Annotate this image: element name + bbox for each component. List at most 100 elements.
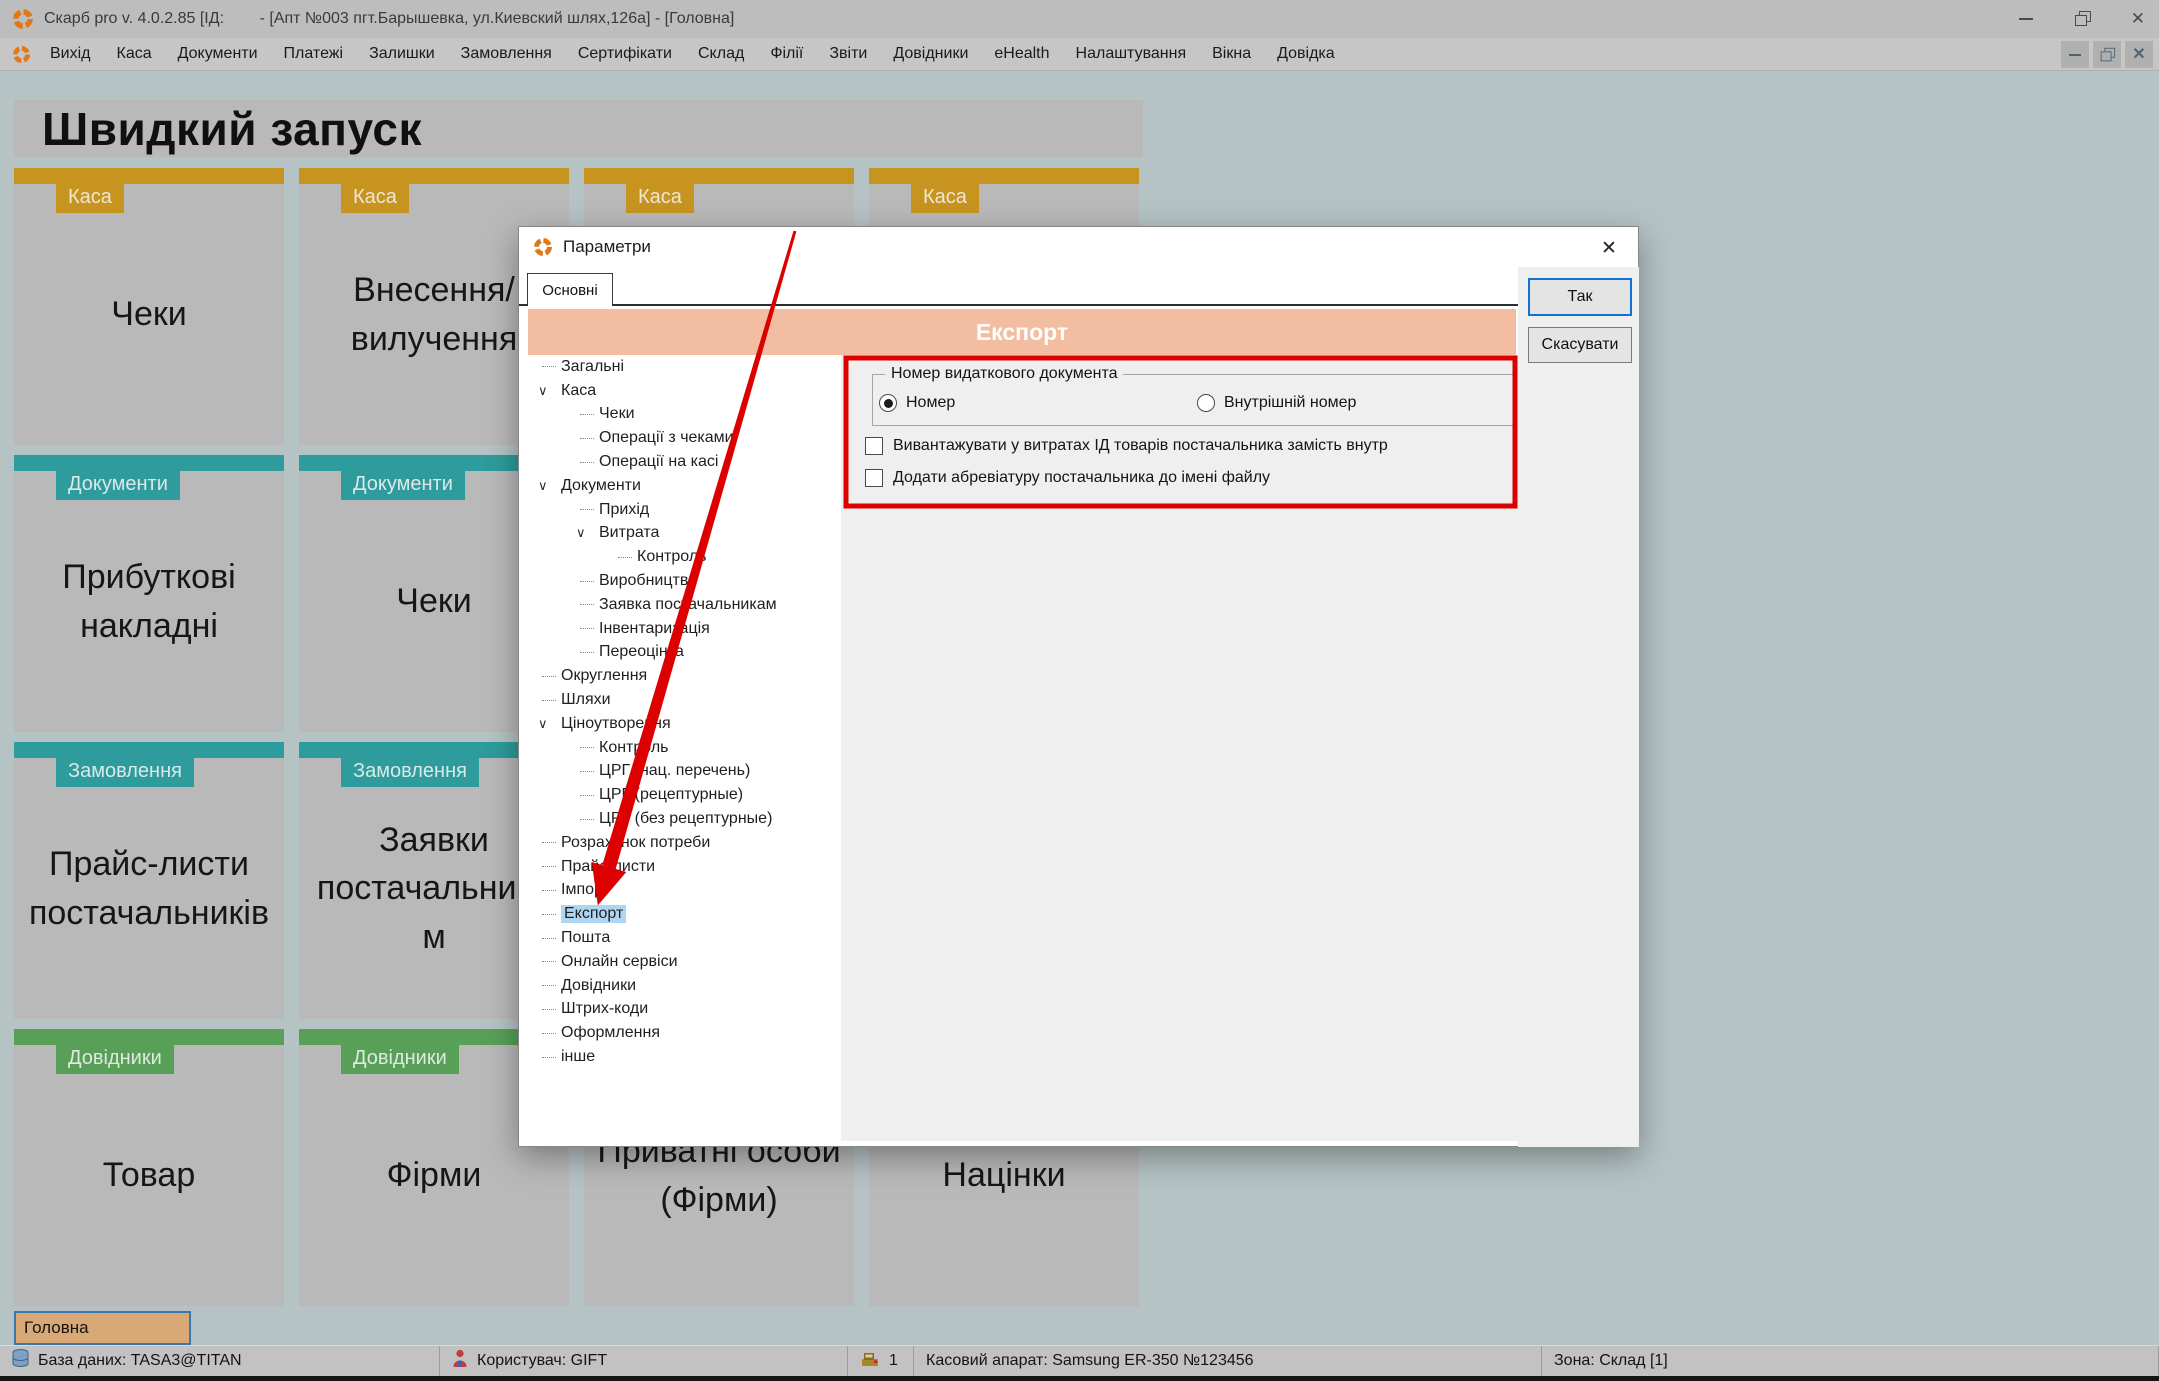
checkbox-icon[interactable] [865, 437, 883, 455]
tile-label: Чеки [22, 184, 276, 445]
tree-item-Експорт[interactable]: Експорт [528, 902, 841, 926]
menu-item[interactable]: Залишки [356, 38, 448, 70]
status-zone: Зона: Склад [1] [1542, 1346, 2159, 1376]
tree-connector [580, 509, 594, 510]
chevron-down-icon[interactable]: ∨ [538, 716, 557, 732]
tree-item-Документи[interactable]: ∨Документи [528, 474, 841, 498]
tree-item-Витрата[interactable]: ∨Витрата [528, 522, 841, 546]
dialog-button-column [1518, 267, 1639, 1147]
tree-item-ЦРГ (рецептурные)[interactable]: ЦРГ (рецептурные) [528, 783, 841, 807]
menu-item[interactable]: Довідка [1264, 38, 1348, 70]
radio-unselected-icon[interactable] [1197, 394, 1215, 412]
tree-item-Пошта[interactable]: Пошта [528, 926, 841, 950]
checkbox-icon[interactable] [865, 469, 883, 487]
tree-item-Імпорт[interactable]: Імпорт [528, 879, 841, 903]
menu-item[interactable]: Налаштування [1063, 38, 1200, 70]
tree-item-Округлення[interactable]: Округлення [528, 664, 841, 688]
tree-item-label: Шляхи [561, 691, 611, 709]
tree-item-Контроль[interactable]: Контроль [528, 545, 841, 569]
mdi-restore-icon[interactable] [2093, 41, 2121, 68]
tree-item-Переоцінка[interactable]: Переоцінка [528, 641, 841, 665]
tree-item-ЦРГ (без рецептурные)[interactable]: ЦРГ (без рецептурные) [528, 807, 841, 831]
mdi-close-icon[interactable]: ✕ [2125, 41, 2153, 68]
tree-item-Довідники[interactable]: Довідники [528, 974, 841, 998]
tree-connector [542, 866, 556, 867]
parameters-dialog: Параметри ✕ Основні Так Скасувати Експор… [518, 226, 1639, 1147]
radio-label: Номер [906, 394, 955, 412]
tile-category-strip [584, 168, 854, 184]
radio-selected-icon[interactable] [879, 394, 897, 412]
chevron-down-icon[interactable]: ∨ [538, 478, 557, 494]
tree-item-Штрих-коди[interactable]: Штрих-коди [528, 998, 841, 1022]
cancel-button[interactable]: Скасувати [1528, 327, 1632, 363]
ok-button[interactable]: Так [1528, 278, 1632, 316]
tab-home[interactable]: Головна [14, 1311, 191, 1345]
menu-item[interactable]: Вихід [37, 38, 104, 70]
settings-tree: Загальні∨КасаЧекиОперації з чекамиОперац… [528, 355, 841, 1141]
quick-launch-tile[interactable]: КасаЧеки [14, 168, 284, 445]
tree-item-label: Штрих-коди [561, 1000, 648, 1018]
tab-osnovni[interactable]: Основні [527, 273, 613, 306]
quick-launch-tile[interactable]: ЗамовленняПрайс-листи постачальників [14, 742, 284, 1019]
tree-connector [580, 462, 594, 463]
menu-item[interactable]: Замовлення [448, 38, 565, 70]
menu-bar-items: ВихідКасаДокументиПлатежіЗалишкиЗамовлен… [37, 38, 1348, 70]
tree-item-ЦРГ (нац. перечень)[interactable]: ЦРГ (нац. перечень) [528, 760, 841, 784]
tree-item-label: Онлайн сервіси [561, 953, 678, 971]
menu-item[interactable]: Сертифікати [565, 38, 685, 70]
minimize-icon[interactable] [2019, 18, 2033, 20]
tree-item-Оформлення[interactable]: Оформлення [528, 1021, 841, 1045]
chevron-down-icon[interactable]: ∨ [538, 383, 557, 399]
restore-icon[interactable] [2075, 13, 2089, 25]
tree-item-Загальні[interactable]: Загальні [528, 355, 841, 379]
tree-item-Прайс-листи[interactable]: Прайс-листи [528, 855, 841, 879]
tree-item-Інвентаризація[interactable]: Інвентаризація [528, 617, 841, 641]
tree-item-Контроль[interactable]: Контроль [528, 736, 841, 760]
tree-item-Прихід[interactable]: Прихід [528, 498, 841, 522]
checkbox-supplier-abbreviation[interactable]: Додати абревіатуру постачальника до імен… [865, 469, 1270, 487]
quick-launch-tile[interactable]: ДовідникиТовар [14, 1029, 284, 1306]
menu-item[interactable]: Довідники [880, 38, 981, 70]
menu-item[interactable]: Каса [104, 38, 165, 70]
tree-item-Чеки[interactable]: Чеки [528, 403, 841, 427]
tree-item-Виробництво[interactable]: Виробництво [528, 569, 841, 593]
checkbox-label: Вивантажувати у витратах ІД товарів пост… [893, 437, 1388, 455]
tile-category-strip [14, 742, 284, 758]
tile-category-strip [14, 168, 284, 184]
menu-item[interactable]: Платежі [271, 38, 357, 70]
dialog-close-icon[interactable]: ✕ [1596, 235, 1622, 261]
screen-edge [0, 1376, 2159, 1381]
chevron-down-icon[interactable]: ∨ [576, 525, 595, 541]
menu-item[interactable]: Документи [165, 38, 271, 70]
tree-item-інше[interactable]: інше [528, 1045, 841, 1069]
radio-internal-number[interactable]: Внутрішній номер [1197, 394, 1356, 412]
menu-item[interactable]: eHealth [981, 38, 1062, 70]
menu-item[interactable]: Філії [757, 38, 816, 70]
tree-item-label: Прихід [599, 501, 649, 519]
radio-number[interactable]: Номер [879, 394, 955, 412]
mdi-minimize-icon[interactable] [2061, 41, 2089, 68]
tree-item-label: Інвентаризація [599, 620, 710, 638]
tile-category-strip [14, 1029, 284, 1045]
tree-item-Каса[interactable]: ∨Каса [528, 379, 841, 403]
page-title: Швидкий запуск [14, 100, 1143, 157]
tree-item-Заявка постачальникам[interactable]: Заявка постачальникам [528, 593, 841, 617]
checkbox-export-supplier-ids[interactable]: Вивантажувати у витратах ІД товарів пост… [865, 437, 1388, 455]
dialog-titlebar[interactable]: Параметри ✕ [519, 227, 1638, 267]
dialog-logo-icon [533, 237, 553, 257]
tree-item-Операції на касі[interactable]: Операції на касі [528, 450, 841, 474]
menu-item[interactable]: Вікна [1199, 38, 1264, 70]
close-icon[interactable]: ✕ [2131, 10, 2145, 29]
quick-launch-tile[interactable]: ДокументиПрибуткові накладні [14, 455, 284, 732]
menu-item[interactable]: Звіти [816, 38, 880, 70]
tree-item-Ціноутворення[interactable]: ∨Ціноутворення [528, 712, 841, 736]
tree-item-Розрахунок потреби[interactable]: Розрахунок потреби [528, 831, 841, 855]
tile-category-strip [14, 455, 284, 471]
tree-connector [580, 628, 594, 629]
tree-item-Онлайн сервіси[interactable]: Онлайн сервіси [528, 950, 841, 974]
tree-item-Шляхи[interactable]: Шляхи [528, 688, 841, 712]
tile-label: Прибуткові накладні [22, 471, 276, 732]
app-logo-icon [12, 8, 34, 30]
menu-item[interactable]: Склад [685, 38, 757, 70]
tree-item-Операції з чеками[interactable]: Операції з чеками [528, 426, 841, 450]
